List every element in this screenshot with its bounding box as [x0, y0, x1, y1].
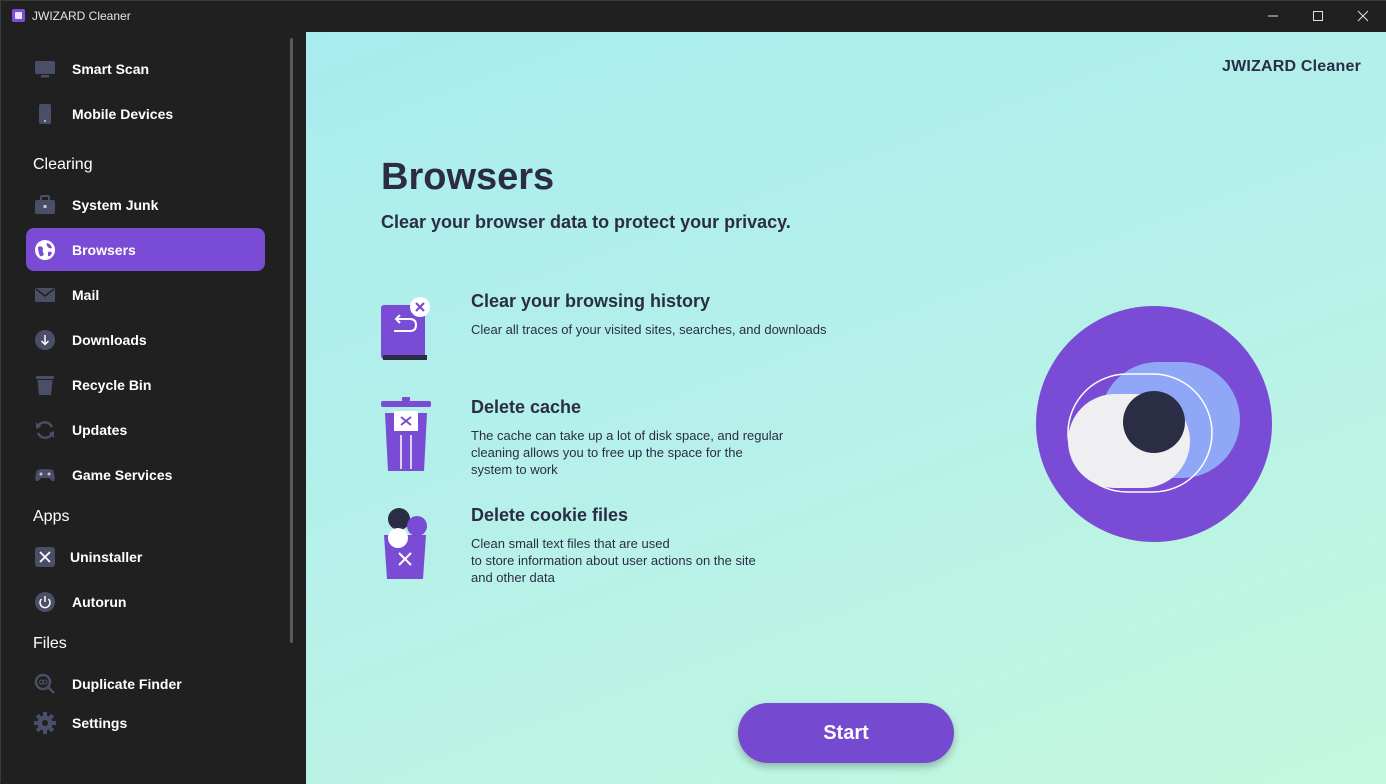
cache-trash-icon — [381, 397, 431, 471]
sidebar: Smart Scan Mobile Devices Clearing Syste… — [1, 32, 306, 784]
globe-icon — [35, 240, 55, 260]
close-button[interactable] — [1340, 1, 1386, 32]
sidebar-item-label: Browsers — [72, 242, 136, 258]
sidebar-item-game-services[interactable]: Game Services — [26, 453, 265, 496]
feature-description: The cache can take up a lot of disk spac… — [471, 428, 784, 477]
window-title: JWIZARD Cleaner — [32, 9, 131, 23]
sidebar-item-settings[interactable]: Settings — [26, 701, 265, 744]
sidebar-item-browsers[interactable]: Browsers — [26, 228, 265, 271]
close-box-icon — [35, 547, 55, 567]
sidebar-item-system-junk[interactable]: System Junk — [26, 183, 265, 226]
sidebar-item-label: Duplicate Finder — [72, 676, 182, 692]
sidebar-item-label: Autorun — [72, 594, 127, 610]
gear-icon — [34, 712, 56, 734]
sidebar-item-label: Updates — [72, 422, 128, 438]
sidebar-item-label: Mobile Devices — [72, 106, 174, 122]
sidebar-item-mobile-devices[interactable]: Mobile Devices — [26, 92, 265, 135]
minimize-icon — [1268, 15, 1278, 17]
refresh-icon — [36, 421, 54, 439]
close-icon — [1357, 10, 1369, 22]
section-title-apps: Apps — [33, 508, 70, 525]
sidebar-item-duplicate-finder[interactable]: Duplicate Finder — [26, 662, 265, 705]
feature-description: Clear all traces of your visited sites, … — [471, 322, 827, 337]
history-book-icon — [381, 297, 430, 360]
cookie-trash-icon — [384, 508, 427, 579]
sidebar-item-label: Uninstaller — [70, 549, 143, 565]
page-title: Browsers — [381, 156, 555, 198]
title-bar: JWIZARD Cleaner — [1, 1, 1386, 32]
start-button[interactable]: Start — [738, 703, 954, 763]
app-logo-icon — [12, 9, 25, 22]
gamepad-icon — [35, 469, 55, 482]
sidebar-item-mail[interactable]: Mail — [26, 273, 265, 316]
feature-title: Clear your browsing history — [471, 291, 711, 311]
main-panel: JWIZARD Cleaner Browsers Clear your brow… — [306, 32, 1386, 784]
brand-logo-text: JWIZARD Cleaner — [1221, 58, 1361, 75]
sidebar-item-label: Game Services — [72, 467, 173, 483]
trash-icon — [36, 376, 54, 395]
minimize-button[interactable] — [1250, 1, 1296, 32]
briefcase-icon — [35, 195, 55, 214]
download-icon — [35, 330, 55, 350]
sidebar-item-updates[interactable]: Updates — [26, 408, 265, 451]
feature-title: Delete cache — [471, 397, 582, 417]
phone-icon — [39, 104, 51, 124]
power-icon — [35, 592, 55, 612]
magnifier-icon — [34, 673, 55, 694]
mail-icon — [35, 288, 55, 302]
sidebar-item-label: Mail — [72, 287, 100, 303]
sidebar-item-label: Recycle Bin — [72, 377, 152, 393]
sidebar-item-downloads[interactable]: Downloads — [26, 318, 265, 361]
privacy-toggle-illustration — [1036, 306, 1272, 542]
feature-title: Delete cookie files — [471, 505, 629, 525]
sidebar-item-recycle-bin[interactable]: Recycle Bin — [26, 363, 265, 406]
feature-description: Clean small text files that are used to … — [471, 536, 756, 585]
section-title-clearing: Clearing — [33, 156, 93, 173]
sidebar-scrollbar[interactable] — [290, 38, 293, 643]
sidebar-item-label: System Junk — [72, 197, 159, 213]
sidebar-item-autorun[interactable]: Autorun — [26, 580, 265, 623]
section-title-files: Files — [33, 635, 67, 652]
maximize-icon — [1313, 11, 1323, 21]
monitor-icon — [35, 61, 55, 78]
sidebar-item-smart-scan[interactable]: Smart Scan — [26, 47, 265, 90]
page-subtitle: Clear your browser data to protect your … — [381, 212, 791, 232]
sidebar-item-label: Downloads — [72, 332, 147, 348]
sidebar-item-uninstaller[interactable]: Uninstaller — [26, 535, 265, 578]
sidebar-item-label: Smart Scan — [72, 61, 150, 77]
app-window: JWIZARD Cleaner Smart Scan Mobile Device… — [0, 0, 1386, 784]
sidebar-item-label: Settings — [72, 715, 128, 731]
maximize-button[interactable] — [1295, 1, 1341, 32]
